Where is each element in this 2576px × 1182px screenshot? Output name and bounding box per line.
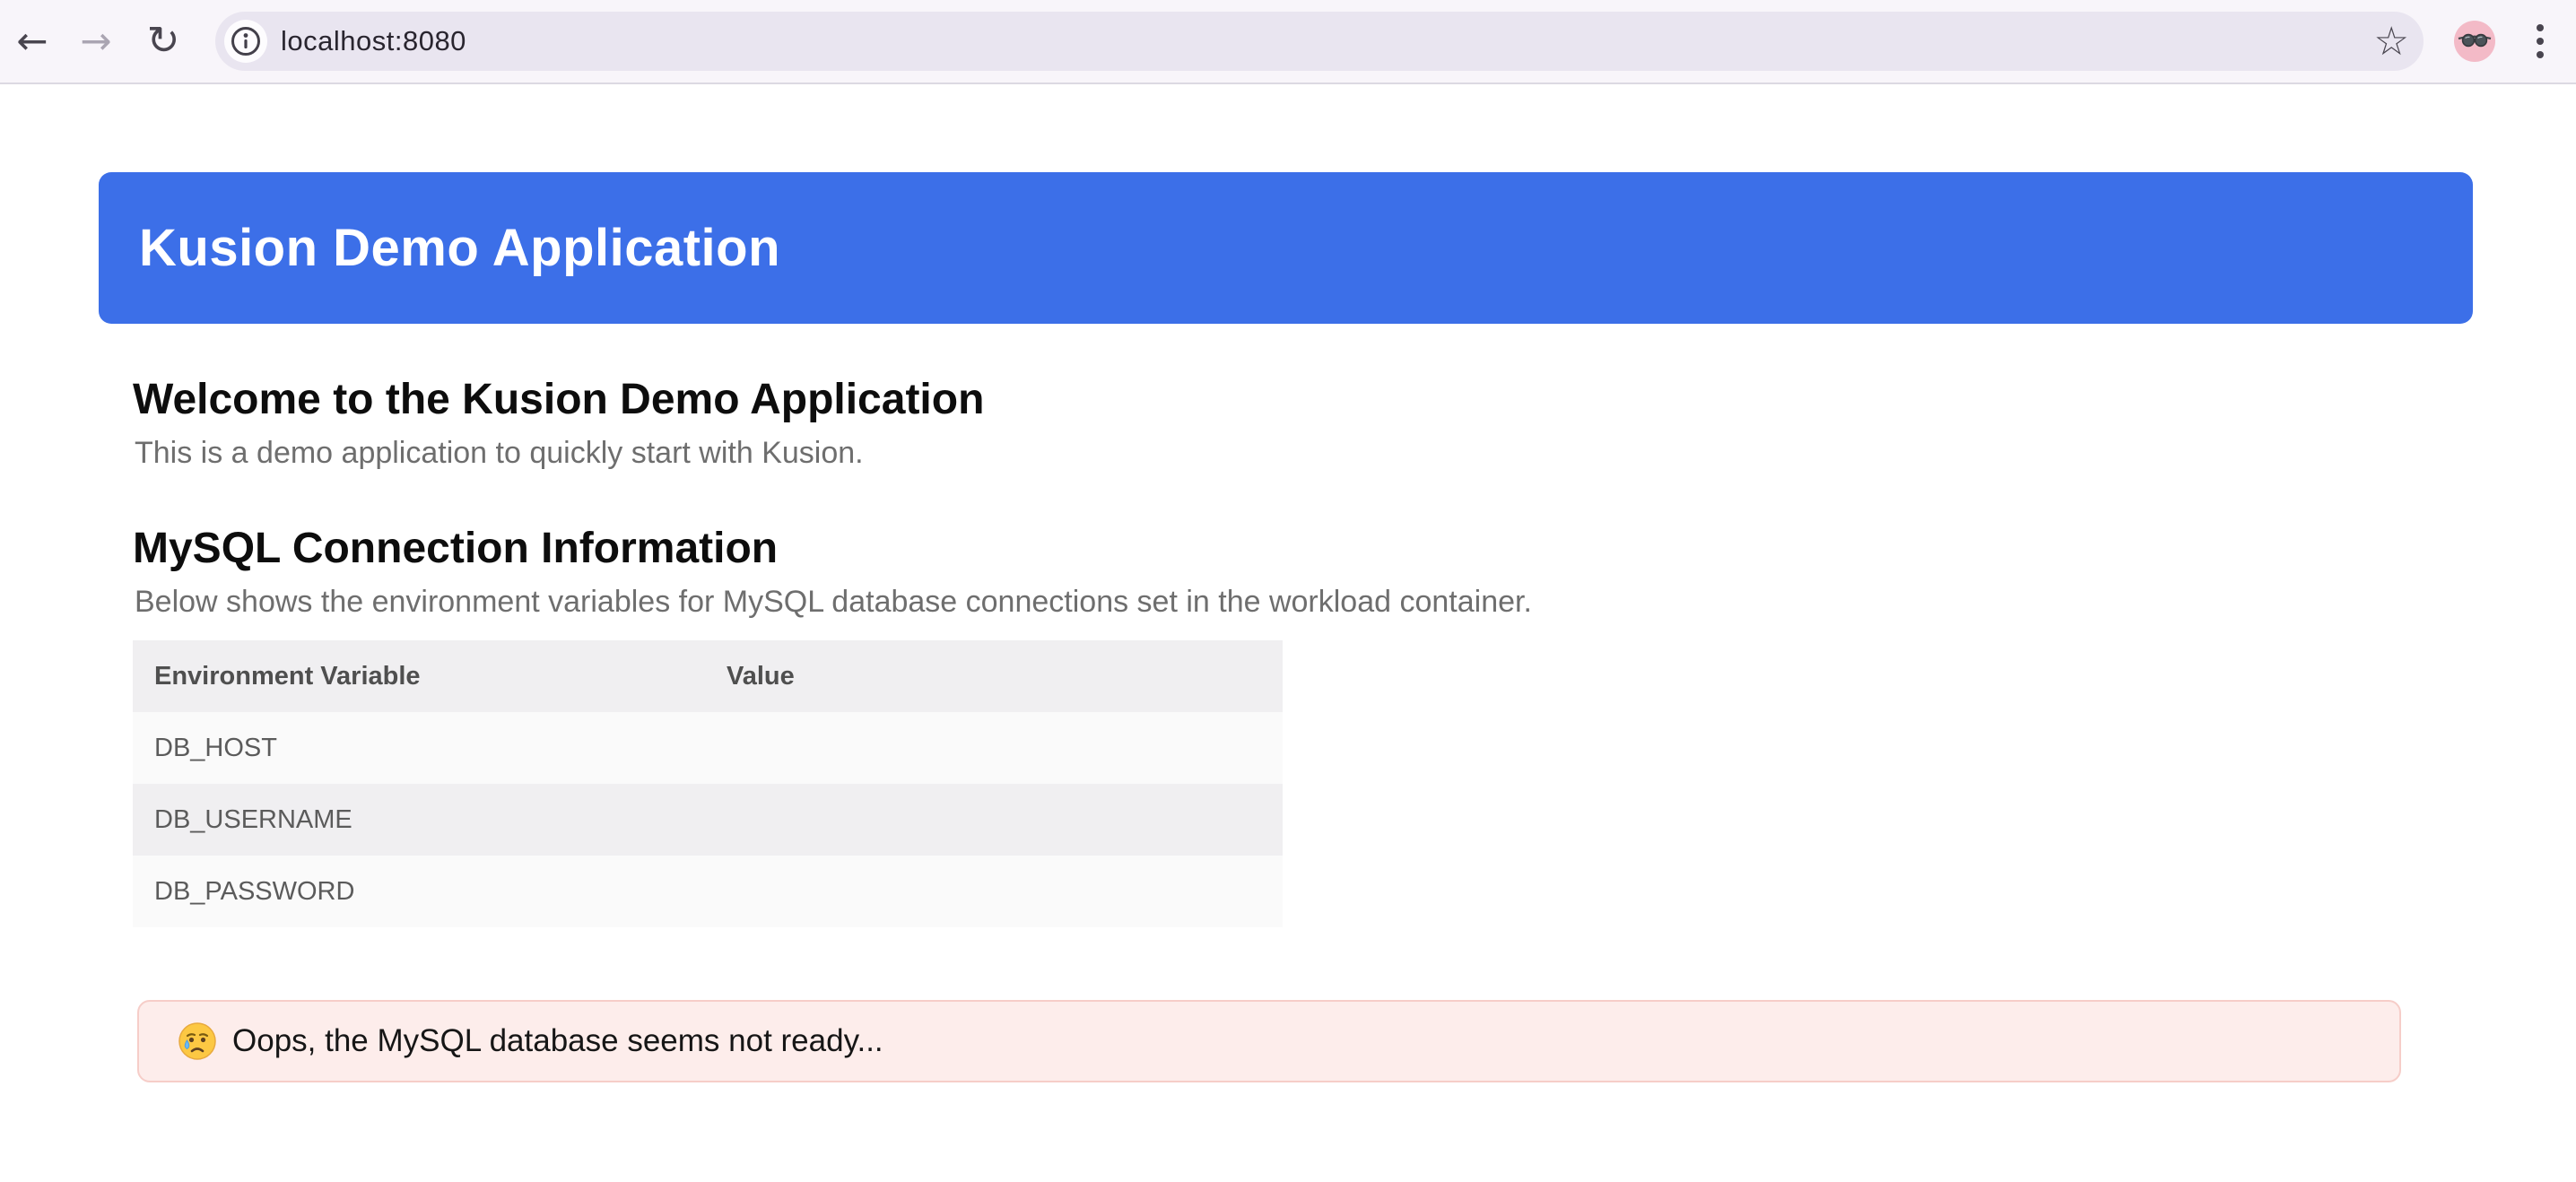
app-banner: Kusion Demo Application (99, 172, 2473, 324)
column-header-value: Value (705, 640, 1283, 712)
db-not-ready-alert: Oops, the MySQL database seems not ready… (137, 1000, 2401, 1082)
url-text: localhost:8080 (281, 25, 466, 57)
reload-icon: ↻ (147, 22, 180, 61)
app-title: Kusion Demo Application (99, 218, 780, 278)
bookmark-star-button[interactable]: ☆ (2374, 19, 2409, 65)
menu-dot (2537, 51, 2544, 58)
alert-message: Oops, the MySQL database seems not ready… (232, 1023, 883, 1059)
table-row: DB_HOST (133, 712, 1283, 784)
column-header-env-variable: Environment Variable (133, 640, 705, 712)
forward-button[interactable]: → (74, 20, 117, 63)
env-var-value (705, 712, 1283, 784)
info-circle-icon (231, 26, 261, 56)
env-variables-table: Environment Variable Value DB_HOST DB_US… (133, 640, 1283, 927)
env-var-name: DB_USERNAME (133, 784, 705, 856)
table-row: DB_PASSWORD (133, 856, 1283, 927)
bookmark-star-icon: ☆ (2374, 19, 2409, 65)
profile-avatar[interactable] (2454, 21, 2495, 62)
browser-menu-button[interactable] (2520, 20, 2560, 63)
forward-icon: → (80, 22, 111, 60)
page-content: Kusion Demo Application Welcome to the K… (0, 172, 2576, 1082)
table-row: DB_USERNAME (133, 784, 1283, 856)
menu-dot (2537, 24, 2544, 31)
welcome-description: This is a demo application to quickly st… (135, 433, 2576, 473)
env-var-value (705, 784, 1283, 856)
back-icon: ← (16, 22, 48, 60)
back-button[interactable]: ← (11, 20, 54, 63)
env-var-name: DB_HOST (133, 712, 705, 784)
address-bar[interactable]: localhost:8080 ☆ (215, 12, 2424, 71)
mysql-heading: MySQL Connection Information (133, 524, 2576, 574)
env-var-name: DB_PASSWORD (133, 856, 705, 927)
reload-button[interactable]: ↻ (142, 20, 185, 63)
crying-face-emoji-icon (177, 1021, 218, 1062)
browser-window: ← → ↻ localhost:8080 ☆ (0, 0, 2576, 1082)
browser-toolbar: ← → ↻ localhost:8080 ☆ (0, 0, 2576, 84)
welcome-heading: Welcome to the Kusion Demo Application (133, 375, 2576, 425)
table-header-row: Environment Variable Value (133, 640, 1283, 712)
env-var-value (705, 856, 1283, 927)
sunglasses-icon (2457, 23, 2493, 59)
site-info-button[interactable] (224, 20, 267, 63)
menu-dot (2537, 38, 2544, 45)
mysql-description: Below shows the environment variables fo… (135, 582, 2576, 621)
